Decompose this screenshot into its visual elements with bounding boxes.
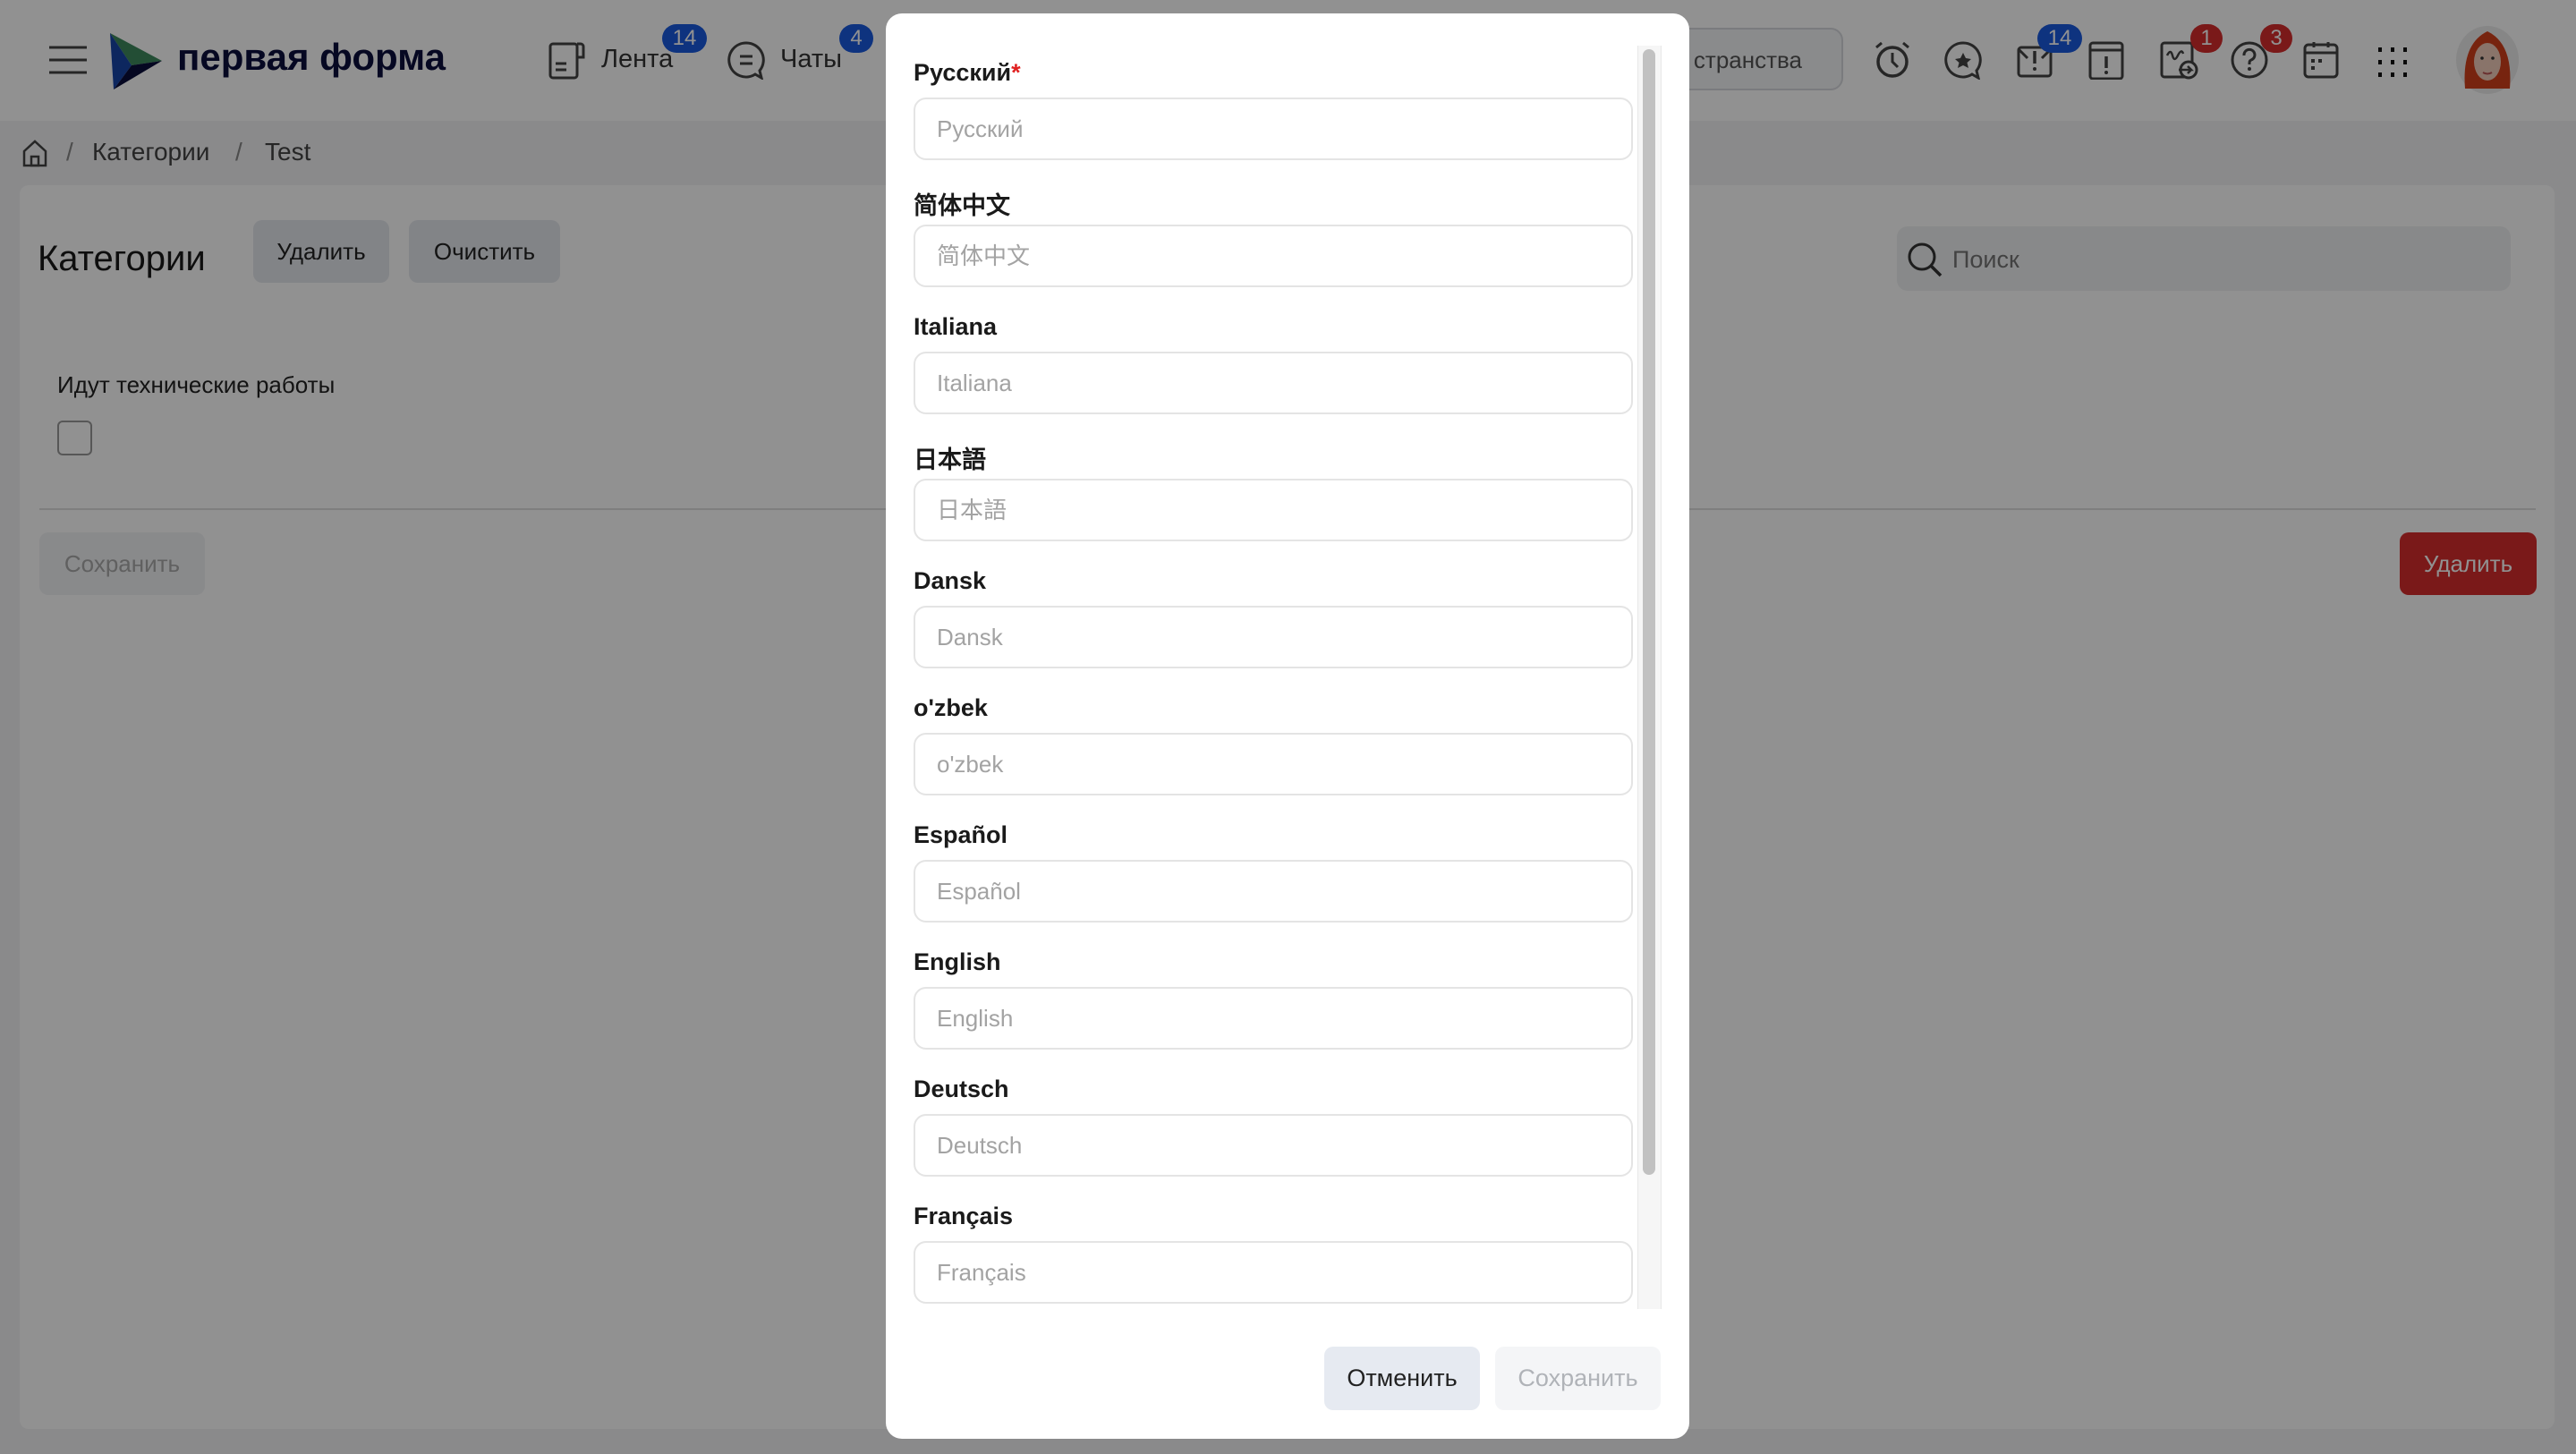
modal-save-button[interactable]: Сохранить [1495,1347,1661,1410]
translation-input[interactable] [914,98,1633,160]
field-label-text: o'zbek [914,694,988,721]
field-label: English [914,948,1001,976]
translation-input[interactable] [914,1114,1633,1177]
translation-input[interactable] [914,225,1633,287]
scrollbar-track[interactable] [1637,46,1662,1309]
field-label-text: Español [914,821,1008,848]
field-label: o'zbek [914,694,988,722]
scrollbar-thumb[interactable] [1643,49,1655,1175]
translation-input[interactable] [914,860,1633,923]
translation-input[interactable] [914,606,1633,668]
field-label-text: Dansk [914,567,987,594]
field-label: 简体中文 [914,186,1010,221]
field-label-text: Deutsch [914,1076,1009,1102]
field-label: Deutsch [914,1076,1009,1103]
field-label: Dansk [914,567,986,595]
field-label: 日本語 [914,440,986,475]
field-label-text: Русский [914,59,1012,86]
cancel-button[interactable]: Отменить [1324,1347,1480,1410]
field-label: Español [914,821,1007,849]
translation-input[interactable] [914,479,1633,541]
translations-modal: Русский* 简体中文 Italiana 日本語 Dansk o'zbek Españo… [886,13,1689,1439]
required-mark: * [1011,59,1021,86]
field-label-text: Français [914,1203,1014,1229]
field-label-text: 简体中文 [914,192,1010,219]
field-label-text: Italiana [914,313,998,340]
field-label-text: English [914,948,1001,975]
field-label-text: 日本語 [914,446,986,473]
field-label: Русский* [914,59,1021,87]
translation-input[interactable] [914,733,1633,795]
translation-input[interactable] [914,987,1633,1050]
field-label: Français [914,1203,1013,1230]
field-label: Italiana [914,313,997,341]
translation-input[interactable] [914,352,1633,414]
translation-input[interactable] [914,1241,1633,1304]
translation-fields-list: Русский* 简体中文 Italiana 日本語 Dansk o'zbek Españo… [886,13,1637,1309]
